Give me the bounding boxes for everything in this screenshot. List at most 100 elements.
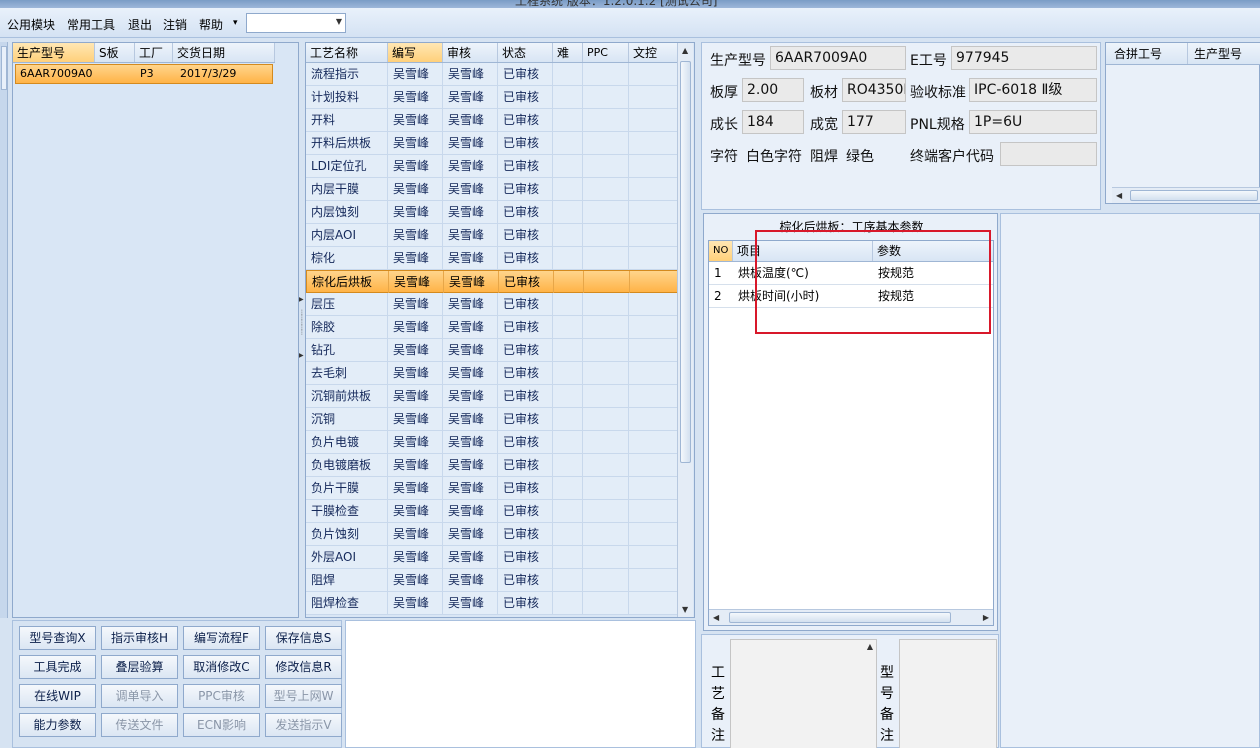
- cell-doc-control: [629, 247, 678, 270]
- cell-writer: 吴雪峰: [388, 293, 443, 316]
- table-row[interactable]: 去毛刺 吴雪峰 吴雪峰 已审核: [306, 362, 678, 385]
- table-row[interactable]: 阻焊检查 吴雪峰 吴雪峰 已审核: [306, 592, 678, 615]
- col-status[interactable]: 状态: [498, 43, 553, 62]
- menu-public-module[interactable]: 公用模块: [7, 16, 55, 33]
- field-material[interactable]: RO4350B: [842, 78, 906, 102]
- chevron-down-icon[interactable]: ▼: [336, 17, 342, 26]
- action-button[interactable]: 保存信息S: [265, 626, 342, 650]
- table-row[interactable]: 沉铜 吴雪峰 吴雪峰 已审核: [306, 408, 678, 431]
- action-button[interactable]: 修改信息R: [265, 655, 342, 679]
- cell-ppc: [583, 385, 629, 408]
- action-button[interactable]: 在线WIP: [19, 684, 96, 708]
- table-row[interactable]: 开料后烘板 吴雪峰 吴雪峰 已审核: [306, 132, 678, 155]
- process-grid-header: 工艺名称 编写 审核 状态 难 PPC 文控: [306, 43, 678, 63]
- field-thickness[interactable]: 2.00: [742, 78, 804, 102]
- action-button[interactable]: 指示审核H: [101, 626, 178, 650]
- col-difficulty[interactable]: 难: [553, 43, 583, 62]
- table-row[interactable]: 内层蚀刻 吴雪峰 吴雪峰 已审核: [306, 201, 678, 224]
- action-button[interactable]: 传送文件: [101, 713, 178, 737]
- col-process-name[interactable]: 工艺名称: [306, 43, 388, 62]
- cell-writer: 吴雪峰: [388, 385, 443, 408]
- scroll-thumb[interactable]: [729, 612, 951, 623]
- cell-process-name: 内层干膜: [306, 178, 388, 201]
- cell-reviewer: 吴雪峰: [443, 247, 498, 270]
- action-button[interactable]: 型号查询X: [19, 626, 96, 650]
- table-row[interactable]: LDI定位孔 吴雪峰 吴雪峰 已审核: [306, 155, 678, 178]
- table-row[interactable]: 钻孔 吴雪峰 吴雪峰 已审核: [306, 339, 678, 362]
- table-row[interactable]: 开料 吴雪峰 吴雪峰 已审核: [306, 109, 678, 132]
- menu-help[interactable]: 帮助: [199, 16, 223, 33]
- horizontal-scrollbar[interactable]: ◀ ▶: [709, 609, 993, 625]
- action-button[interactable]: 能力参数: [19, 713, 96, 737]
- action-button[interactable]: PPC审核: [183, 684, 260, 708]
- field-pnl[interactable]: 1P=6U: [969, 110, 1097, 134]
- scroll-thumb[interactable]: [680, 61, 691, 463]
- help-dropdown-icon[interactable]: ▾: [233, 18, 238, 28]
- cell-delivery-date: 2017/3/29: [180, 67, 237, 80]
- action-button[interactable]: ECN影响: [183, 713, 260, 737]
- col-merge-number[interactable]: 合拼工号: [1106, 43, 1188, 64]
- action-button[interactable]: 工具完成: [19, 655, 96, 679]
- scroll-left-icon[interactable]: ◀: [713, 613, 719, 622]
- col-ppc[interactable]: PPC: [583, 43, 629, 62]
- col-no[interactable]: NO: [709, 241, 733, 261]
- scroll-left-icon[interactable]: ◀: [1116, 191, 1122, 200]
- table-row[interactable]: 流程指示 吴雪峰 吴雪峰 已审核: [306, 63, 678, 86]
- field-standard[interactable]: IPC-6018 Ⅱ级: [969, 78, 1097, 102]
- field-width[interactable]: 177: [842, 110, 906, 134]
- table-row[interactable]: 外层AOI 吴雪峰 吴雪峰 已审核: [306, 546, 678, 569]
- action-button[interactable]: 编写流程F: [183, 626, 260, 650]
- table-row[interactable]: 沉铜前烘板 吴雪峰 吴雪峰 已审核: [306, 385, 678, 408]
- scroll-up-icon[interactable]: ▲: [682, 46, 688, 55]
- table-row[interactable]: 除胶 吴雪峰 吴雪峰 已审核: [306, 316, 678, 339]
- value-char: 白色字符: [746, 149, 802, 165]
- action-button[interactable]: 取消修改C: [183, 655, 260, 679]
- col-merge-model[interactable]: 生产型号: [1188, 43, 1260, 64]
- col-doc-control[interactable]: 文控: [629, 43, 678, 62]
- table-row[interactable]: 干膜检查 吴雪峰 吴雪峰 已审核: [306, 500, 678, 523]
- label-char: 字符: [710, 149, 738, 165]
- table-row[interactable]: 负片干膜 吴雪峰 吴雪峰 已审核: [306, 477, 678, 500]
- col-model[interactable]: 生产型号: [13, 43, 95, 62]
- field-e-number[interactable]: 977945: [951, 46, 1097, 70]
- table-row[interactable]: 阻焊 吴雪峰 吴雪峰 已审核: [306, 569, 678, 592]
- action-button[interactable]: 调单导入: [101, 684, 178, 708]
- table-row[interactable]: 6AAR7009A0 P3 2017/3/29: [15, 64, 273, 84]
- menu-logout[interactable]: 注销: [163, 16, 187, 33]
- cell-doc-control: [629, 178, 678, 201]
- table-row[interactable]: 负电镀磨板 吴雪峰 吴雪峰 已审核: [306, 454, 678, 477]
- cell-ppc: [583, 316, 629, 339]
- field-customer[interactable]: [1000, 142, 1097, 166]
- table-row[interactable]: 负片蚀刻 吴雪峰 吴雪峰 已审核: [306, 523, 678, 546]
- col-reviewer[interactable]: 审核: [443, 43, 498, 62]
- table-row[interactable]: 内层AOI 吴雪峰 吴雪峰 已审核: [306, 224, 678, 247]
- vertical-scrollbar[interactable]: ▲ ▼: [677, 43, 693, 617]
- col-s-board[interactable]: S板: [95, 43, 135, 62]
- action-button[interactable]: 型号上网W: [265, 684, 342, 708]
- field-length[interactable]: 184: [742, 110, 804, 134]
- col-factory[interactable]: 工厂: [135, 43, 173, 62]
- process-remark-field[interactable]: ▲: [730, 639, 877, 748]
- field-model[interactable]: 6AAR7009A0: [770, 46, 906, 70]
- scroll-down-icon[interactable]: ▼: [682, 605, 688, 614]
- table-row[interactable]: 负片电镀 吴雪峰 吴雪峰 已审核: [306, 431, 678, 454]
- table-row[interactable]: 棕化 吴雪峰 吴雪峰 已审核: [306, 247, 678, 270]
- menu-exit[interactable]: 退出: [128, 16, 152, 33]
- table-row[interactable]: 内层干膜 吴雪峰 吴雪峰 已审核: [306, 178, 678, 201]
- menu-common-tools[interactable]: 常用工具: [67, 16, 115, 33]
- col-writer[interactable]: 编写: [388, 43, 443, 62]
- scroll-right-icon[interactable]: ▶: [983, 613, 989, 622]
- horizontal-scrollbar[interactable]: ◀: [1112, 187, 1260, 203]
- action-button[interactable]: 叠层验算: [101, 655, 178, 679]
- model-remark-field[interactable]: [899, 639, 997, 748]
- cell-ppc: [583, 155, 629, 178]
- table-row[interactable]: 计划投料 吴雪峰 吴雪峰 已审核: [306, 86, 678, 109]
- table-row[interactable]: 层压 吴雪峰 吴雪峰 已审核: [306, 293, 678, 316]
- menu-combo-box[interactable]: ▼: [246, 13, 346, 33]
- scroll-up-icon[interactable]: ▲: [867, 642, 873, 651]
- dock-tab[interactable]: [1, 46, 7, 90]
- scroll-thumb[interactable]: [1130, 190, 1258, 201]
- action-button[interactable]: 发送指示V: [265, 713, 342, 737]
- col-delivery-date[interactable]: 交货日期: [173, 43, 275, 62]
- table-row[interactable]: 棕化后烘板 吴雪峰 吴雪峰 已审核: [306, 270, 679, 294]
